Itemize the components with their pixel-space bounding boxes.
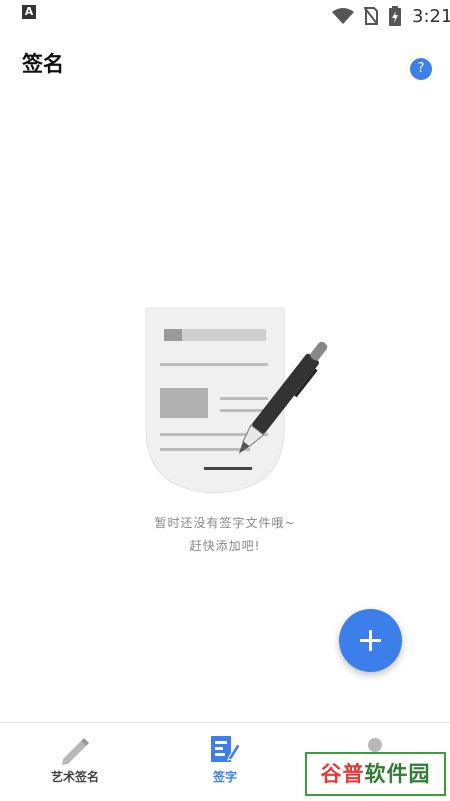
wifi-icon	[332, 8, 354, 24]
nav-label-art-signature: 艺术签名	[50, 770, 99, 784]
pen-icon	[62, 738, 89, 765]
page-title: 签名	[22, 52, 64, 76]
empty-state-message: 暂时还没有签字文件哦~	[154, 516, 296, 530]
empty-state-hint: 赶快添加吧!	[189, 539, 261, 553]
battery-charging-icon	[389, 6, 401, 26]
watermark-part1: 谷普	[320, 762, 365, 786]
empty-document-illustration	[145, 307, 328, 494]
add-signature-button[interactable]	[339, 609, 402, 672]
app-notification-icon: A	[22, 5, 36, 19]
nav-item-art-signature[interactable]: 艺术签名	[0, 723, 150, 801]
watermark-logo: 谷普软件园	[305, 752, 446, 796]
status-time: 3:21	[412, 6, 450, 27]
document-sign-icon	[211, 736, 241, 762]
no-sim-icon	[364, 7, 378, 25]
nav-label-sign: 签字	[212, 770, 237, 784]
plus-icon	[360, 630, 381, 651]
watermark-part2: 软件园	[364, 762, 431, 786]
status-bar: A 3:21	[0, 0, 450, 34]
nav-item-sign[interactable]: 签字	[150, 723, 300, 801]
help-button[interactable]: ?	[410, 58, 432, 80]
